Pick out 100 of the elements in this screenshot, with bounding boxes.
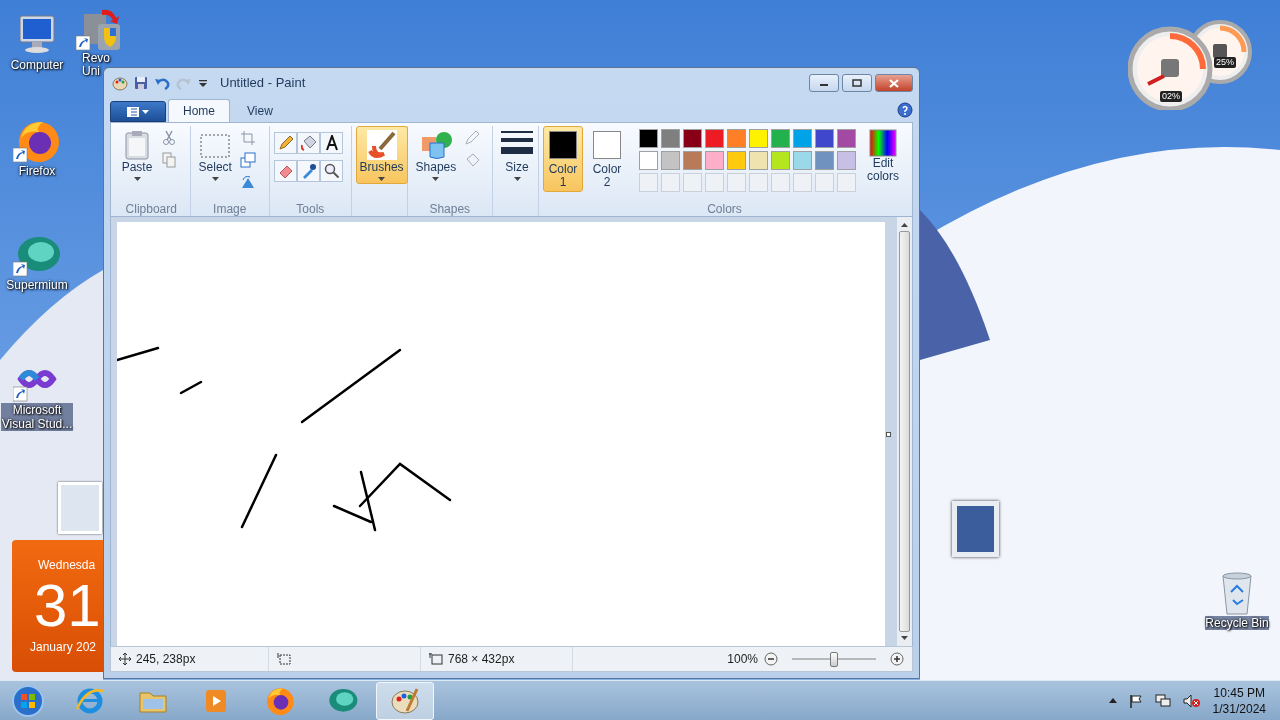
empty-color-slot[interactable] <box>793 173 812 192</box>
palette-color[interactable] <box>815 151 834 170</box>
palette-color[interactable] <box>815 129 834 148</box>
magnifier-icon[interactable] <box>323 163 340 179</box>
palette-color[interactable] <box>661 129 680 148</box>
volume-muted-icon[interactable] <box>1182 693 1201 708</box>
brushes-button[interactable]: Brushes <box>355 126 408 184</box>
text-icon[interactable] <box>323 135 340 151</box>
help-icon[interactable] <box>897 102 913 118</box>
rotate-icon[interactable] <box>239 174 256 190</box>
app-menu-button[interactable] <box>110 101 166 122</box>
empty-color-slot[interactable] <box>771 173 790 192</box>
fill-icon[interactable] <box>300 135 317 151</box>
clock[interactable]: 10:45 PM 1/31/2024 <box>1212 684 1266 717</box>
palette-color[interactable] <box>749 129 768 148</box>
minimize-button[interactable] <box>809 74 839 92</box>
photo-placeholder <box>952 501 999 557</box>
start-orb-icon <box>12 684 44 717</box>
palette-color[interactable] <box>639 129 658 148</box>
menu-icon <box>126 106 150 117</box>
spectrum-icon <box>869 129 897 157</box>
empty-color-slot[interactable] <box>727 173 746 192</box>
crop-icon[interactable] <box>239 130 256 146</box>
scroll-up-icon[interactable] <box>901 223 908 227</box>
photo-placeholder <box>58 482 102 534</box>
pencil-icon[interactable] <box>277 135 294 151</box>
icon-label: Supermium <box>6 278 68 292</box>
scroll-down-icon[interactable] <box>901 636 908 640</box>
show-hidden-icons-icon[interactable] <box>1108 698 1117 703</box>
group-label: Image <box>212 201 248 216</box>
empty-color-slot[interactable] <box>683 173 702 192</box>
ribbon-tab[interactable]: View <box>232 99 288 122</box>
select-button[interactable]: Select <box>194 126 236 184</box>
icon-label: Microsoft Visual Stud... <box>1 403 73 431</box>
caret-icon <box>513 177 521 181</box>
undo-icon[interactable] <box>154 76 170 90</box>
icon-label: Computer <box>10 58 64 72</box>
palette-color[interactable] <box>683 129 702 148</box>
eraser-icon[interactable] <box>277 163 294 179</box>
calendar-day: 31 <box>34 574 101 638</box>
meter-reading: 25% <box>1214 57 1236 68</box>
copy-icon[interactable] <box>161 152 177 168</box>
color-1-button[interactable]: Color 1 <box>543 126 583 192</box>
vertical-scrollbar[interactable] <box>897 217 912 646</box>
zoom-in-icon[interactable] <box>890 652 904 666</box>
taskbar-button[interactable] <box>376 681 434 720</box>
dropdown-icon[interactable] <box>198 78 208 88</box>
palette-color[interactable] <box>771 129 790 148</box>
outline-icon[interactable] <box>464 130 481 146</box>
group-label: Colors <box>706 201 743 216</box>
empty-color-slot[interactable] <box>639 173 658 192</box>
close-button[interactable] <box>875 74 913 92</box>
palette-icon[interactable] <box>112 75 128 91</box>
maximize-button[interactable] <box>842 74 872 92</box>
zoom-out-icon[interactable] <box>764 652 778 666</box>
empty-color-slot[interactable] <box>705 173 724 192</box>
resize-handle[interactable] <box>886 431 891 437</box>
caret-icon <box>133 177 141 181</box>
palette-color[interactable] <box>727 151 746 170</box>
network-icon[interactable] <box>1154 693 1171 708</box>
cut-icon[interactable] <box>161 130 177 146</box>
empty-color-slot[interactable] <box>661 173 680 192</box>
resize-icon[interactable] <box>239 152 256 168</box>
flag-icon[interactable] <box>1128 693 1143 708</box>
palette-color[interactable] <box>705 151 724 170</box>
palette-color[interactable] <box>837 151 856 170</box>
palette-color[interactable] <box>793 151 812 170</box>
brush-icon <box>365 129 398 161</box>
edit-colors-button[interactable]: Edit colors <box>860 126 906 186</box>
size-button[interactable]: Size <box>497 126 537 184</box>
ribbon-tab[interactable]: Home <box>168 99 230 122</box>
save-icon[interactable] <box>134 76 148 90</box>
palette-color[interactable] <box>771 151 790 170</box>
close-icon <box>889 78 899 88</box>
palette-color[interactable] <box>705 129 724 148</box>
palette-color[interactable] <box>837 129 856 148</box>
icon-label: Revo Uni <box>82 52 111 78</box>
empty-color-slot[interactable] <box>749 173 768 192</box>
fill-icon[interactable] <box>464 152 481 168</box>
palette-color[interactable] <box>683 151 702 170</box>
slider-thumb[interactable] <box>830 651 838 667</box>
palette-color[interactable] <box>661 151 680 170</box>
window-title: Untitled - Paint <box>220 74 306 93</box>
paste-button[interactable]: Paste <box>117 126 157 184</box>
empty-color-slot[interactable] <box>837 173 856 192</box>
palette-color[interactable] <box>793 129 812 148</box>
palette-color[interactable] <box>639 151 658 170</box>
scrollbar-thumb[interactable] <box>899 231 910 632</box>
color-2-button[interactable]: Color 2 <box>587 126 627 192</box>
group-label: Shapes <box>428 201 472 216</box>
caret-icon <box>432 177 440 181</box>
group-label: Clipboard <box>124 201 178 216</box>
maximize-icon <box>852 79 862 87</box>
palette-color[interactable] <box>727 129 746 148</box>
empty-color-slot[interactable] <box>815 173 834 192</box>
zoom-level: 100% <box>727 651 758 668</box>
palette-color[interactable] <box>749 151 768 170</box>
shapes-button[interactable]: Shapes <box>411 126 461 184</box>
calendar-month: January 202 <box>30 639 97 656</box>
move-cursor-icon <box>119 653 131 665</box>
